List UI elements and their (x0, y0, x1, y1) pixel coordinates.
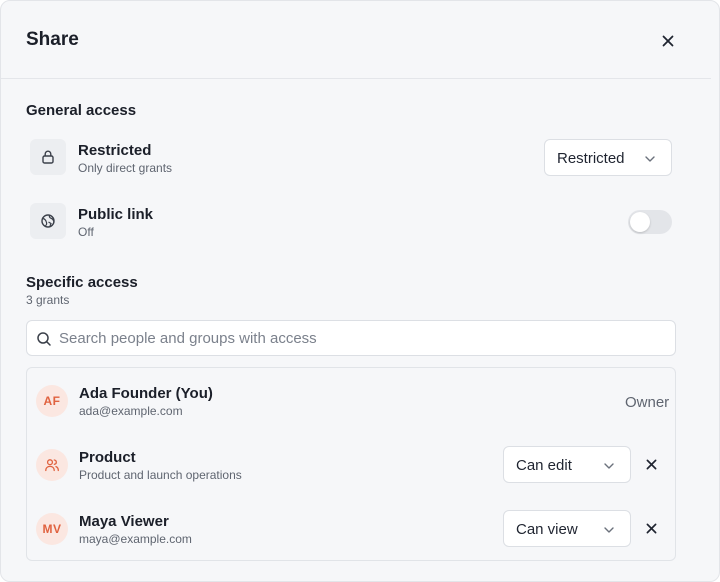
grant-email: maya@example.com (79, 532, 192, 546)
avatar: MV (36, 513, 68, 545)
search-icon (37, 332, 51, 346)
grant-description: Product and launch operations (79, 468, 242, 482)
public-link-status: Off (78, 225, 94, 239)
restricted-subtitle: Only direct grants (78, 161, 173, 175)
grant-role-value: Can view (516, 521, 578, 538)
grants-count: 3 grants (26, 293, 70, 307)
users-icon (45, 459, 59, 472)
dialog-header: Share (1, 1, 711, 79)
grant-name: Product (79, 449, 136, 466)
share-dialog: Share General access Restricted Only dir… (0, 0, 720, 582)
public-link-title: Public link (78, 206, 154, 223)
grant-role-select[interactable]: Can edit (503, 446, 631, 483)
grant-role-select[interactable]: Can view (503, 510, 631, 547)
restricted-title: Restricted (78, 142, 152, 159)
group-avatar (36, 449, 68, 481)
dialog-title: Share (26, 29, 79, 50)
lock-icon (42, 150, 54, 164)
general-access-heading: General access (26, 102, 137, 119)
grant-role-value: Can edit (516, 457, 572, 474)
public-link-toggle[interactable] (628, 210, 672, 234)
specific-access-heading: Specific access (26, 274, 138, 291)
chevron-down-icon (604, 463, 614, 469)
remove-grant-button[interactable] (641, 518, 661, 538)
chevron-down-icon (604, 527, 614, 533)
close-icon (646, 459, 656, 469)
globe-icon-box (30, 203, 66, 239)
lock-icon-box (30, 139, 66, 175)
general-access-select-value: Restricted (557, 150, 625, 167)
grants-list: AF Ada Founder (You) ada@example.com Own… (26, 367, 676, 561)
search-box (26, 320, 676, 356)
toggle-knob (630, 212, 650, 232)
close-icon (646, 523, 656, 533)
grant-name: Ada Founder (You) (79, 385, 213, 402)
grant-email: ada@example.com (79, 404, 183, 418)
close-icon (662, 35, 674, 47)
globe-icon (41, 214, 55, 228)
avatar: AF (36, 385, 68, 417)
close-button[interactable] (656, 29, 680, 53)
grant-name: Maya Viewer (79, 513, 169, 530)
general-access-select[interactable]: Restricted (544, 139, 672, 176)
remove-grant-button[interactable] (641, 454, 661, 474)
search-input[interactable] (59, 321, 669, 355)
chevron-down-icon (645, 156, 655, 162)
grant-role-owner: Owner (625, 394, 670, 411)
